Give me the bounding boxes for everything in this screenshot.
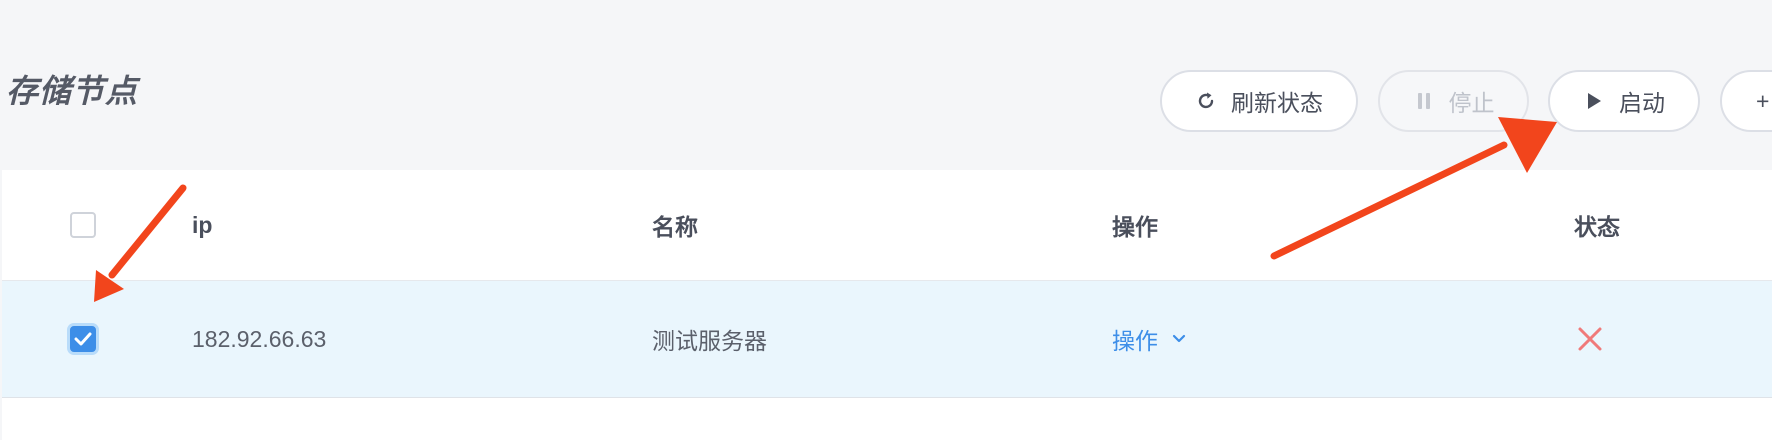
row-action-dropdown[interactable]: 操作 [1112, 322, 1190, 356]
row-action-cell: 操作 [1112, 281, 1190, 397]
stop-button[interactable]: 停止 [1378, 70, 1529, 132]
select-all-checkbox[interactable] [70, 212, 96, 238]
add-node-button[interactable]: + [1720, 70, 1772, 132]
row-status-cell [1574, 281, 1606, 397]
storage-node-table: ip 名称 操作 状态 182.92.66.63 测试服务器 操作 [2, 170, 1772, 440]
refresh-icon [1195, 90, 1217, 112]
check-icon [74, 332, 92, 346]
table-row[interactable]: 182.92.66.63 测试服务器 操作 [2, 281, 1772, 398]
pause-icon [1413, 90, 1435, 112]
row-checkbox[interactable] [70, 326, 96, 352]
column-header-status: 状态 [1574, 214, 1620, 240]
start-label: 启动 [1619, 90, 1665, 116]
column-header-name: 名称 [652, 214, 698, 240]
row-ip: 182.92.66.63 [192, 325, 327, 352]
row-action-label: 操作 [1112, 328, 1158, 354]
refresh-status-button[interactable]: 刷新状态 [1160, 70, 1358, 132]
stop-label: 停止 [1448, 90, 1495, 116]
refresh-status-label: 刷新状态 [1231, 90, 1323, 116]
play-icon [1583, 90, 1605, 112]
close-icon [1574, 323, 1606, 355]
header-checkbox-cell [70, 170, 96, 280]
page-title: 存储节点 [6, 73, 139, 109]
chevron-down-icon [1168, 328, 1190, 350]
start-button[interactable]: 启动 [1548, 70, 1700, 132]
row-name: 测试服务器 [652, 328, 767, 354]
table-header: ip 名称 操作 状态 [2, 170, 1772, 281]
add-label: + [1756, 87, 1770, 114]
column-header-ip: ip [192, 211, 213, 238]
row-checkbox-cell [70, 281, 96, 397]
column-header-action: 操作 [1112, 214, 1158, 240]
